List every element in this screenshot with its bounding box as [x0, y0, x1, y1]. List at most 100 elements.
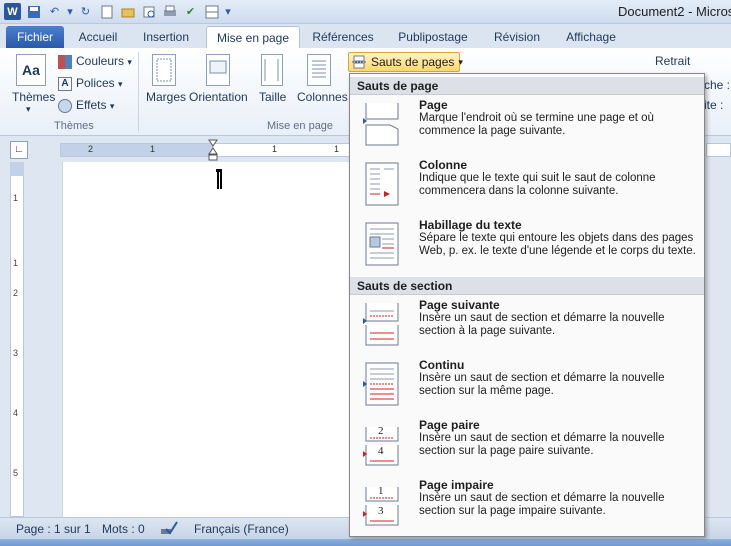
even-page-section-icon: 2 4	[362, 421, 402, 467]
orientation-button[interactable]: Orientation	[189, 90, 248, 104]
indent-marker-icon[interactable]	[208, 139, 218, 161]
menu-item-even-page[interactable]: 2 4 Page paire Insère un saut de section…	[350, 417, 704, 477]
colors-icon	[58, 54, 72, 69]
themes-group-label: Thèmes	[54, 120, 94, 132]
effects-label: Effets	[76, 98, 107, 112]
new-document-icon[interactable]	[98, 3, 115, 20]
odd-page-number-a: 1	[378, 485, 384, 497]
menu-item-title: Colonne	[419, 158, 467, 172]
menu-item-odd-page[interactable]: 1 3 Page impaire Insère un saut de secti…	[350, 477, 704, 536]
tab-insertion[interactable]: Insertion	[132, 26, 200, 48]
tab-revision[interactable]: Révision	[486, 26, 548, 48]
vruler-number: 3	[13, 348, 19, 358]
title-bar: W ↶ ▾ ↻ ✔ ▾ Document2 - Micros	[0, 0, 731, 24]
odd-page-section-icon: 1 3	[362, 481, 402, 527]
menu-item-title: Page paire	[419, 418, 480, 432]
even-page-number-b: 4	[378, 445, 384, 457]
fonts-dropdown-icon: ▾	[118, 79, 123, 89]
tab-mise-en-page[interactable]: Mise en page	[206, 26, 300, 48]
menu-item-title: Page suivante	[419, 298, 500, 312]
themes-button[interactable]: Thèmes	[12, 90, 55, 104]
tab-references[interactable]: Références	[305, 26, 381, 48]
fonts-button[interactable]: A Polices ▾	[58, 76, 123, 91]
menu-item-description: Insère un saut de section et démarre la …	[419, 372, 665, 397]
document-page[interactable]	[62, 162, 362, 517]
margins-icon[interactable]	[152, 54, 176, 86]
menu-item-description: Sépare le texte qui entoure les objets d…	[419, 232, 696, 257]
effects-button[interactable]: Effets ▾	[58, 98, 114, 113]
indent-right-label: ite :	[704, 98, 724, 112]
vruler-number: 5	[13, 468, 19, 478]
page-count[interactable]: Page : 1 sur 1	[16, 522, 91, 536]
menu-item-text-wrapping-break[interactable]: Habillage du texte Sépare le texte qui e…	[350, 217, 704, 277]
colors-button[interactable]: Couleurs ▾	[58, 54, 132, 69]
page-setup-group-label: Mise en page	[267, 120, 334, 132]
size-button[interactable]: Taille	[259, 90, 286, 104]
odd-page-number-b: 3	[378, 505, 384, 517]
ruler-margin-area	[60, 143, 213, 157]
next-page-section-icon	[362, 301, 402, 347]
indent-left-label: che :	[704, 78, 731, 92]
breaks-icon	[352, 55, 368, 69]
themes-dropdown-icon[interactable]: ▾	[26, 104, 31, 115]
undo-dropdown-icon[interactable]: ▾	[67, 3, 73, 20]
fonts-icon: A	[58, 76, 72, 91]
column-break-icon	[362, 161, 402, 207]
spelling-check-icon[interactable]: ✔	[182, 3, 199, 20]
redo-icon[interactable]: ↻	[77, 3, 94, 20]
proofing-icon[interactable]	[160, 520, 178, 539]
vruler-number: 1	[13, 193, 19, 203]
save-icon[interactable]	[25, 3, 42, 20]
indent-label: Retrait	[655, 54, 691, 68]
vertical-ruler-margin	[10, 162, 24, 176]
menu-item-description: Marque l'endroit où se termine une page …	[419, 112, 654, 137]
fonts-label: Polices	[76, 76, 115, 90]
ruler-number: 1	[150, 144, 156, 154]
margins-button[interactable]: Marges	[146, 90, 186, 104]
ruler-number: 1	[272, 144, 278, 154]
menu-item-title: Page impaire	[419, 478, 494, 492]
breaks-dropdown-icon: ▾	[458, 56, 463, 67]
menu-section-header: Sauts de section	[350, 277, 704, 295]
breaks-label: Sauts de pages	[371, 55, 455, 69]
draw-table-icon[interactable]	[203, 3, 220, 20]
menu-item-page-break[interactable]: Page Marque l'endroit où se termine une …	[350, 97, 704, 157]
ribbon-tabs: Fichier Accueil Insertion Mise en page R…	[0, 24, 731, 48]
page-break-icon	[362, 101, 402, 147]
print-icon[interactable]	[161, 3, 178, 20]
menu-section-header: Sauts de page	[350, 77, 704, 95]
vruler-number: 4	[13, 408, 19, 418]
orientation-icon[interactable]	[206, 54, 230, 86]
columns-button[interactable]: Colonnes	[297, 90, 348, 104]
menu-item-next-page[interactable]: Page suivante Insère un saut de section …	[350, 297, 704, 357]
customize-toolbar-icon[interactable]: ▾	[224, 3, 232, 20]
tab-publipostage[interactable]: Publipostage	[388, 26, 478, 48]
tab-affichage[interactable]: Affichage	[556, 26, 626, 48]
even-page-number-a: 2	[378, 425, 384, 437]
effects-icon	[58, 98, 72, 113]
word-count[interactable]: Mots : 0	[102, 522, 145, 536]
print-preview-icon[interactable]	[140, 3, 157, 20]
columns-icon[interactable]	[307, 54, 331, 86]
word-logo-icon[interactable]: W	[4, 3, 21, 20]
effects-dropdown-icon: ▾	[109, 101, 115, 111]
tab-accueil[interactable]: Accueil	[70, 26, 126, 48]
themes-icon[interactable]: Aa	[16, 54, 46, 86]
undo-icon[interactable]: ↶	[46, 3, 63, 20]
text-wrapping-icon	[362, 221, 402, 267]
size-icon[interactable]	[261, 54, 283, 86]
quick-access-toolbar: W ↶ ▾ ↻ ✔ ▾	[4, 3, 232, 20]
colors-label: Couleurs	[76, 54, 125, 68]
menu-item-column-break[interactable]: Colonne Indique que le texte qui suit le…	[350, 157, 704, 217]
open-folder-icon[interactable]	[119, 3, 136, 20]
vertical-ruler[interactable]	[10, 162, 24, 517]
window-title: Document2 - Micros	[618, 4, 731, 19]
menu-item-title: Continu	[419, 358, 465, 372]
breaks-button[interactable]: Sauts de pages ▾	[348, 52, 463, 72]
vruler-number: 2	[13, 288, 19, 298]
group-separator	[138, 52, 139, 132]
tab-selector[interactable]: ∟	[10, 141, 28, 159]
menu-item-continuous[interactable]: Continu Insère un saut de section et dém…	[350, 357, 704, 417]
language-status[interactable]: Français (France)	[194, 522, 289, 536]
tab-fichier[interactable]: Fichier	[6, 26, 64, 48]
